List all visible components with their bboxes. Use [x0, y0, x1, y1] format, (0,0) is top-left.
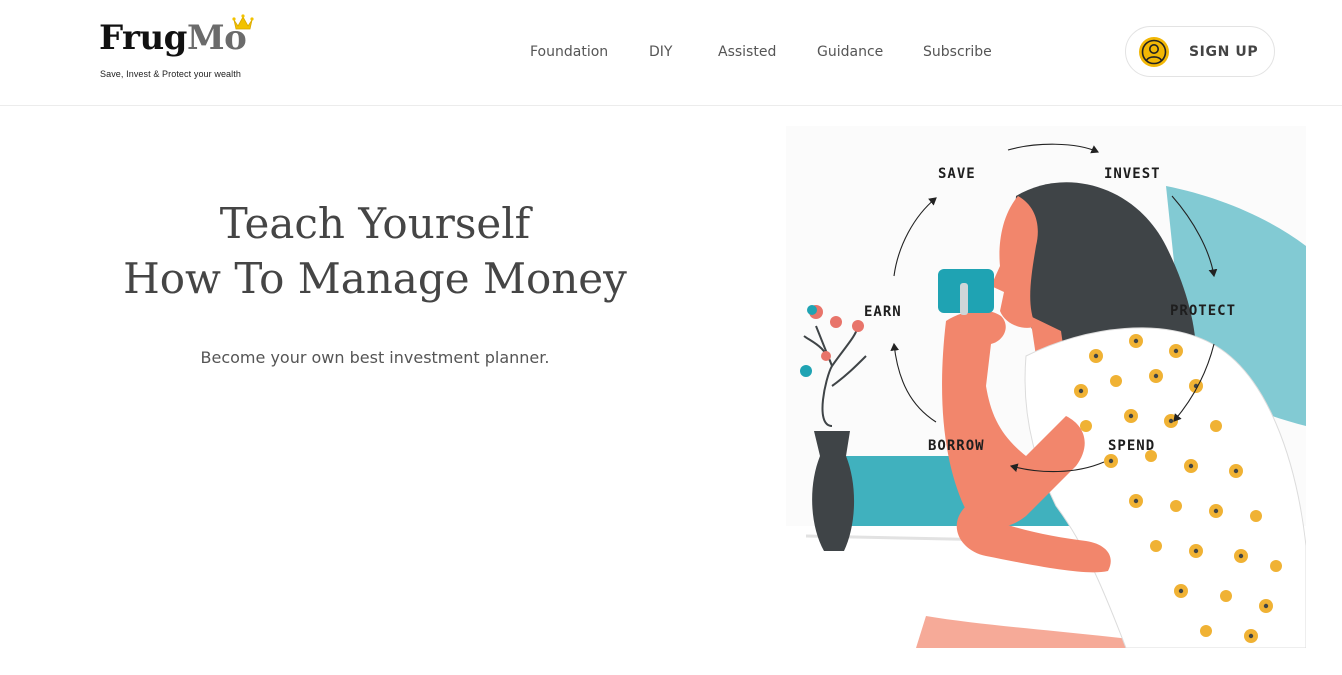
user-circle-icon [1139, 37, 1169, 67]
nav-guidance[interactable]: Guidance [817, 42, 883, 62]
hero-title-line-1: Teach Yourself [219, 199, 531, 248]
sign-up-button[interactable]: SIGN UP [1125, 26, 1275, 77]
sign-up-label: SIGN UP [1189, 44, 1259, 60]
hero-title: Teach Yourself How To Manage Money [100, 196, 650, 306]
hero-subtitle: Become your own best investment planner. [200, 348, 550, 367]
logo-link[interactable]: FrugMo Save, Invest & Protect your wealt… [99, 14, 259, 84]
crown-icon [232, 14, 254, 30]
cycle-label-save: SAVE [938, 166, 976, 182]
cycle-label-earn: EARN [864, 304, 902, 320]
cycle-label-invest: INVEST [1104, 166, 1161, 182]
cycle-label-spend: SPEND [1108, 438, 1155, 454]
site-header: FrugMo Save, Invest & Protect your wealt… [0, 0, 1342, 106]
logo-wordmark: FrugMo [99, 18, 247, 58]
hero-illustration: SAVE INVEST PROTECT SPEND BORROW EARN [786, 126, 1306, 648]
cycle-label-protect: PROTECT [1170, 303, 1236, 319]
logo-word-frug: Frug [99, 18, 187, 58]
hero-title-line-2: How To Manage Money [123, 254, 627, 303]
nav-assisted[interactable]: Assisted [718, 42, 776, 62]
nav-foundation[interactable]: Foundation [530, 42, 608, 62]
cycle-label-borrow: BORROW [928, 438, 985, 454]
nav-subscribe[interactable]: Subscribe [923, 42, 992, 62]
logo-tagline: Save, Invest & Protect your wealth [100, 69, 241, 79]
nav-diy[interactable]: DIY [649, 42, 672, 62]
